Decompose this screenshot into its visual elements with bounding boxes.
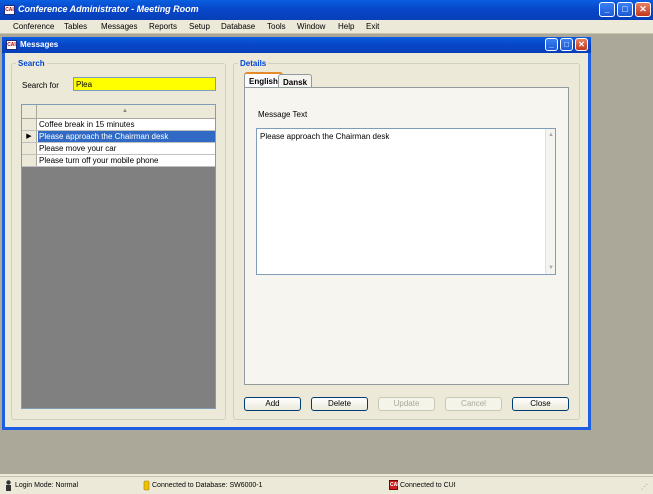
grid-header-selector [22,105,37,119]
messages-window-title: Messages [20,40,59,49]
details-group-label: Details [238,59,269,68]
child-close-button[interactable]: ✕ [575,38,588,51]
close-button[interactable]: Close [512,397,569,411]
minimize-icon: _ [604,4,610,14]
database-icon [143,480,150,491]
minimize-icon: _ [549,40,554,49]
menu-reports[interactable]: Reports [149,22,177,31]
grid-header[interactable]: ▲ [22,105,215,119]
scroll-up-icon[interactable]: ▲ [546,130,556,140]
delete-button[interactable]: Delete [311,397,368,411]
cancel-button[interactable]: Cancel [445,397,502,411]
row-text: Please move your car [39,144,117,153]
close-window-button[interactable]: ✕ [635,2,651,17]
row-text: Please turn off your mobile phone [39,156,159,165]
maximize-icon: □ [622,4,628,14]
menu-conference[interactable]: Conference [13,22,54,31]
row-selector[interactable]: ▶ [22,131,37,142]
cai-logo-icon: CAI [4,5,15,15]
row-selector[interactable] [22,155,37,166]
menu-database[interactable]: Database [221,22,255,31]
messages-grid[interactable]: ▲ Coffee break in 15 minutes ▶ Please ap… [21,104,216,409]
cui-status: Connected to CUI [400,482,456,489]
minimize-button[interactable]: _ [599,2,615,17]
menu-window[interactable]: Window [297,22,325,31]
menu-help[interactable]: Help [338,22,354,31]
cui-icon: CAI [389,480,399,490]
scroll-down-icon[interactable]: ▼ [546,263,556,273]
update-button[interactable]: Update [378,397,435,411]
row-selector[interactable] [22,143,37,154]
message-text-label: Message Text [258,110,308,119]
close-icon: ✕ [639,4,647,14]
menu-setup[interactable]: Setup [189,22,210,31]
table-row[interactable]: Coffee break in 15 minutes [22,119,215,131]
menu-tables[interactable]: Tables [64,22,87,31]
add-button[interactable]: Add [244,397,301,411]
menu-tools[interactable]: Tools [267,22,286,31]
database-status: Connected to Database: SW6000-1 [152,482,263,489]
table-row[interactable]: Please turn off your mobile phone [22,155,215,167]
current-row-arrow-icon: ▶ [26,133,32,140]
message-text-scrollbar[interactable]: ▲ ▼ [545,129,555,274]
menu-bar: Conference Tables Messages Reports Setup… [0,20,653,34]
table-row[interactable]: Please move your car [22,143,215,155]
row-text: Coffee break in 15 minutes [39,120,135,129]
search-input[interactable] [73,77,216,91]
search-group-label: Search [16,59,47,68]
menu-exit[interactable]: Exit [366,22,379,31]
sort-ascending-icon[interactable]: ▲ [122,108,128,114]
resize-grip-icon[interactable]: ⋰ [641,483,648,491]
status-bar: Login Mode: Normal Connected to Database… [0,476,653,494]
app-titlebar[interactable]: CAI Conference Administrator - Meeting R… [0,0,653,20]
child-maximize-button[interactable]: □ [560,38,573,51]
menu-messages[interactable]: Messages [101,22,137,31]
row-text: Please approach the Chairman desk [39,132,169,141]
messages-window-titlebar[interactable]: CAI Messages _ □ ✕ [2,37,591,53]
message-text-area[interactable]: Please approach the Chairman desk ▲ ▼ [256,128,556,275]
row-selector[interactable] [22,119,37,130]
app-title: Conference Administrator - Meeting Room [18,4,199,14]
maximize-button[interactable]: □ [617,2,633,17]
user-icon [6,480,11,491]
cai-logo-icon: CAI [6,40,17,50]
message-text-content: Please approach the Chairman desk [260,132,390,141]
maximize-icon: □ [564,40,569,49]
close-icon: ✕ [578,40,585,49]
child-minimize-button[interactable]: _ [545,38,558,51]
login-mode-status: Login Mode: Normal [15,482,79,489]
search-label: Search for [22,81,59,90]
table-row-selected[interactable]: ▶ Please approach the Chairman desk [22,131,215,143]
